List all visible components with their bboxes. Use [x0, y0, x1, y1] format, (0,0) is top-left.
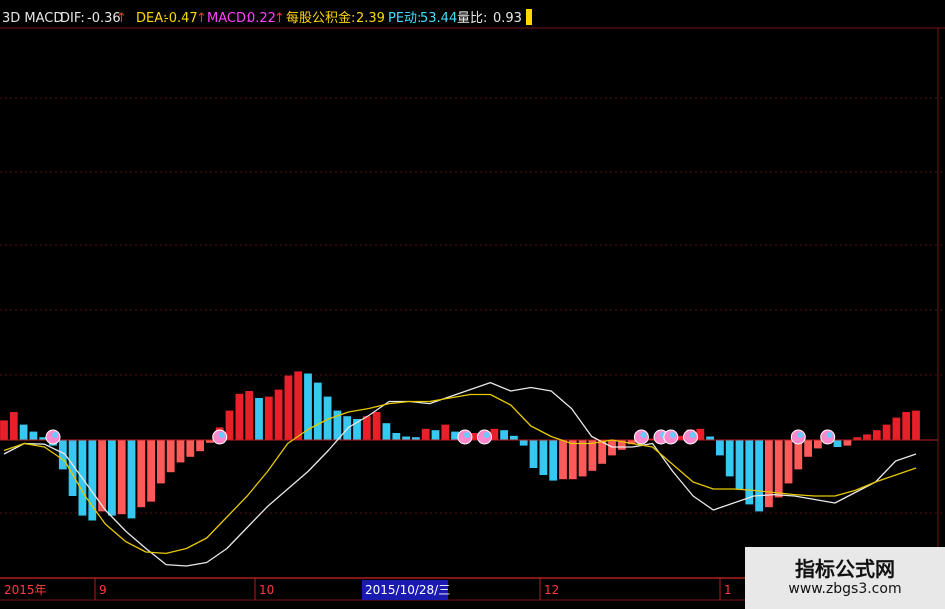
- watermark-url: www.zbgs3.com: [788, 581, 902, 597]
- macd-bar: [804, 440, 812, 457]
- macd-bar: [716, 440, 724, 456]
- macd-bar: [549, 440, 558, 481]
- macd-bar: [166, 440, 175, 473]
- ratio-label: 量比:: [457, 11, 487, 26]
- macd-bar: [588, 440, 597, 471]
- macd-bar: [912, 410, 920, 440]
- macd-bar: [755, 440, 763, 512]
- macd-bar: [814, 440, 822, 449]
- header-cutoff-mark: [526, 9, 532, 25]
- macd-bar: [127, 440, 136, 519]
- signal-marker: [212, 429, 228, 445]
- macd-bar: [88, 440, 97, 521]
- macd-bar: [892, 417, 901, 440]
- macd-bar: [19, 424, 28, 440]
- macd-bar: [510, 435, 518, 440]
- signal-marker: [477, 429, 492, 445]
- macd-bar: [441, 424, 450, 440]
- ratio-value: 0.93: [493, 11, 522, 26]
- macd-value: 0.22: [247, 11, 276, 26]
- macd-bar: [706, 436, 714, 440]
- macd-bar: [137, 440, 146, 508]
- macd-bar: [29, 431, 38, 440]
- macd-bar: [559, 440, 567, 480]
- macd-bar: [235, 393, 244, 440]
- macd-bar: [431, 430, 440, 440]
- axis-label-dec: 12: [544, 583, 559, 597]
- macd-bar: [294, 371, 303, 440]
- macd-bar: [765, 440, 773, 508]
- indicator-name: 3D MACD: [2, 11, 63, 26]
- macd-label: MACD:: [207, 11, 250, 26]
- macd-bar: [176, 440, 185, 463]
- dea-label: DEA:: [136, 11, 167, 26]
- macd-bar: [274, 389, 283, 440]
- signal-marker: [633, 429, 649, 445]
- macd-chart: 2015年 9 10 2015/10/28/三 12 1 3D MACD DIF…: [0, 9, 945, 601]
- reserve-label: 每股公积金:: [286, 10, 355, 26]
- watermark-title: 指标公式网: [795, 557, 895, 581]
- signal-marker: [790, 429, 806, 445]
- macd-bar: [833, 440, 842, 447]
- macd-bar: [382, 423, 391, 440]
- dif-arrow-icon: ↑: [116, 11, 127, 26]
- macd-bar: [863, 434, 871, 440]
- macd-bar: [157, 440, 165, 484]
- signal-marker: [457, 429, 473, 445]
- signal-marker: [45, 429, 61, 445]
- macd-bar: [500, 430, 508, 440]
- watermark: 指标公式网 www.zbgs3.com: [745, 547, 945, 609]
- axis-label-sep: 9: [99, 583, 107, 597]
- macd-bar: [9, 412, 18, 440]
- macd-bar: [313, 382, 322, 440]
- axis-label-year: 2015年: [4, 583, 47, 597]
- macd-bar: [774, 440, 783, 498]
- axis-label-jan: 1: [724, 583, 732, 597]
- macd-bar: [519, 440, 528, 446]
- macd-arrow-icon: ↑: [274, 11, 285, 26]
- signal-marker: [683, 429, 698, 445]
- macd-bar: [402, 436, 410, 440]
- macd-bar: [108, 440, 116, 516]
- dif-label: DIF:: [60, 11, 85, 26]
- dea-value: -0.47: [164, 11, 198, 26]
- macd-bar: [735, 440, 744, 489]
- macd-bar: [362, 416, 371, 440]
- macd-bar: [372, 412, 381, 440]
- signal-marker: [820, 429, 836, 445]
- macd-bar: [147, 440, 155, 502]
- macd-bar: [608, 440, 616, 456]
- macd-bar: [872, 430, 881, 440]
- macd-bar: [117, 440, 126, 515]
- signal-marker: [663, 429, 679, 445]
- pe-value: 53.44: [420, 11, 457, 26]
- macd-bar: [264, 396, 273, 440]
- cursor-date-label: 2015/10/28/三: [365, 583, 450, 597]
- macd-bar: [255, 398, 263, 440]
- dea-arrow-icon: ↑: [196, 11, 207, 26]
- macd-bar: [0, 420, 8, 440]
- axis-label-oct: 10: [259, 583, 274, 597]
- macd-bar: [843, 440, 852, 446]
- macd-bar: [245, 391, 254, 440]
- macd-bar: [284, 375, 293, 440]
- macd-bar: [529, 440, 538, 468]
- macd-bar: [745, 440, 754, 505]
- macd-bar: [392, 433, 401, 440]
- indicator-header: 3D MACD DIF: -0.36 ↑ DEA: -0.47 ↑ MACD: …: [2, 9, 532, 26]
- macd-bar: [725, 440, 734, 477]
- macd-bar: [539, 440, 548, 475]
- macd-bar: [578, 440, 587, 477]
- reserve-value: 2.39: [356, 11, 385, 26]
- macd-bar: [196, 440, 204, 452]
- pe-label: PE动:: [388, 11, 421, 26]
- macd-bar: [568, 440, 577, 480]
- macd-bar: [186, 440, 195, 457]
- macd-bar: [421, 428, 430, 440]
- macd-bar: [902, 412, 911, 440]
- macd-bar: [882, 424, 891, 440]
- macd-bar: [784, 440, 793, 484]
